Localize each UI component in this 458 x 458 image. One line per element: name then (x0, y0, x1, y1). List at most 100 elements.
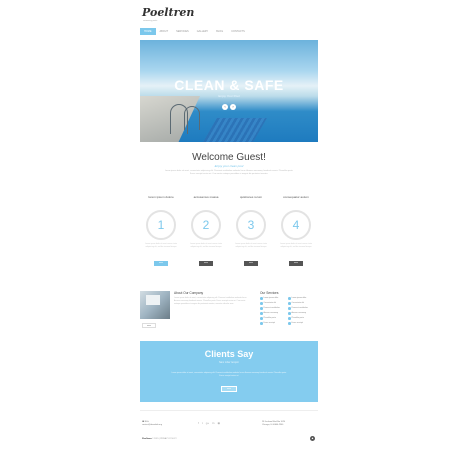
about-image (140, 291, 170, 319)
service-item[interactable]: Aenean nonummy (260, 312, 278, 315)
google-plus-icon[interactable]: g+ (206, 421, 209, 425)
feature-number-circle: 1 (146, 210, 176, 240)
site-tagline: swimming pools (143, 20, 158, 22)
linkedin-icon[interactable]: in (212, 421, 214, 425)
site-logo[interactable]: Poeltren (142, 6, 194, 19)
service-label: Praesent vestibulum (291, 307, 308, 310)
social-links: f t g+ in ◉ (198, 421, 220, 425)
service-item[interactable]: Phasellus porta (288, 317, 304, 320)
service-label: Consectetur elit (263, 302, 276, 305)
address-line: Chicago, IL 60604-2340 (262, 424, 284, 426)
service-label: Fusce suscipit (291, 322, 303, 325)
service-label: Aenean nonummy (291, 312, 307, 315)
hero-subtitle: Enjoy Your Pool (218, 94, 240, 98)
service-label: Phasellus porta (263, 317, 276, 320)
welcome-subtitle: Enjoy your clean pool (214, 164, 244, 168)
page: Poeltren swimming pools Home About Servi… (140, 0, 318, 458)
scroll-top-button[interactable]: ▲ (310, 436, 315, 441)
feature-number-circle: 3 (236, 210, 266, 240)
feature-more-button[interactable]: more (244, 261, 258, 266)
hero-title: CLEAN & SAFE (174, 77, 284, 93)
twitter-icon[interactable]: t (202, 421, 203, 425)
feature-card: quistiones rerum 3 Lorem ipsum dolor sit… (233, 195, 269, 266)
nav-item-home[interactable]: Home (140, 28, 156, 35)
main-nav: Home About Services Gallery Blog Contact… (140, 28, 318, 35)
feature-number-circle: 4 (281, 210, 311, 240)
service-item[interactable]: Consectetur elit (288, 302, 304, 305)
service-item[interactable]: Consectetur elit (260, 302, 276, 305)
check-icon (288, 307, 291, 310)
check-icon (288, 302, 291, 305)
hero-ladder-rail (184, 106, 200, 130)
service-item[interactable]: Praesent vestibulum (260, 307, 280, 310)
feature-card: lorem ipsum dolore 1 Lorem ipsum dolor s… (143, 195, 179, 266)
hero-prev-button[interactable]: ‹ (222, 104, 228, 110)
feature-number-circle: 2 (191, 210, 221, 240)
service-item[interactable]: Lorem ipsum dolor (260, 297, 278, 300)
feature-text: Lorem ipsum dolor sit amet conse ctetur … (190, 243, 222, 248)
footer-email[interactable]: contact@demolink.org (142, 424, 162, 427)
check-icon (288, 322, 291, 325)
nav-item-services[interactable]: Services (172, 28, 193, 35)
about-title: About Our Company (174, 291, 204, 295)
rss-icon[interactable]: ◉ (217, 421, 220, 425)
clients-section: Clients Say Nam Liber tempor Lorem ipsum… (140, 341, 318, 402)
clients-title: Clients Say (204, 349, 254, 359)
footer-contact: ☎ 800- contact@demolink.org (142, 421, 162, 427)
about-more-button[interactable]: more (142, 323, 156, 328)
feature-title: consequatur autum (283, 195, 309, 199)
hero-next-button[interactable]: › (230, 104, 236, 110)
service-label: Fusce suscipit (263, 322, 275, 325)
check-icon (288, 312, 291, 315)
feature-card: accusamus massa 2 Lorem ipsum dolor sit … (188, 195, 224, 266)
feature-text: Lorem ipsum dolor sit amet conse ctetur … (235, 243, 267, 248)
check-icon (260, 302, 263, 305)
check-icon (288, 317, 291, 320)
check-icon (288, 297, 291, 300)
service-item[interactable]: Praesent vestibulum (288, 307, 308, 310)
service-item[interactable]: Lorem ipsum dolor (288, 297, 306, 300)
service-item[interactable]: Fusce suscipit (288, 322, 303, 325)
nav-item-contacts[interactable]: Contacts (227, 28, 249, 35)
service-item[interactable]: Phasellus porta (260, 317, 276, 320)
footer-divider (140, 410, 318, 411)
feature-more-button[interactable]: more (289, 261, 303, 266)
services-title: Our Services (260, 291, 279, 295)
facebook-icon[interactable]: f (198, 421, 199, 425)
feature-text: Lorem ipsum dolor sit amet conse ctetur … (145, 243, 177, 248)
feature-title: quistiones rerum (239, 195, 263, 199)
service-item[interactable]: Aenean nonummy (288, 312, 306, 315)
copyright-text[interactable]: © 2015 | PRIVACY POLICY (152, 438, 177, 440)
check-icon (260, 322, 263, 325)
service-item[interactable]: Fusce suscipit (260, 322, 275, 325)
nav-item-about[interactable]: About (156, 28, 173, 35)
check-icon (260, 312, 263, 315)
feature-more-button[interactable]: more (199, 261, 213, 266)
check-icon (260, 307, 263, 310)
service-label: Lorem ipsum dolor (263, 297, 279, 300)
hero-slider: CLEAN & SAFE Enjoy Your Pool ‹ › (140, 40, 318, 142)
footer-brand: Poeltren (142, 438, 152, 440)
welcome-text: Lorem ipsum dolor sit amet, consectetur … (164, 170, 294, 175)
feature-title: accusamus massa (193, 195, 219, 199)
nav-item-blog[interactable]: Blog (212, 28, 227, 35)
welcome-title: Welcome Guest! (192, 152, 266, 163)
service-label: Aenean nonummy (263, 312, 279, 315)
footer-address: 28 Jackson Blvd Ste 1020 Chicago, IL 606… (262, 421, 285, 427)
feature-text: Lorem ipsum dolor sit amet conse ctetur … (280, 243, 312, 248)
nav-item-gallery[interactable]: Gallery (193, 28, 213, 35)
service-label: Phasellus porta (291, 317, 304, 320)
about-text: Lorem ipsum dolor sit amet, consectetur … (174, 297, 247, 305)
service-label: Lorem ipsum dolor (291, 297, 307, 300)
check-icon (260, 297, 263, 300)
service-label: Praesent vestibulum (263, 307, 280, 310)
clients-subtitle: Nam Liber tempor (218, 361, 239, 364)
feature-title: lorem ipsum dolore (148, 195, 174, 199)
check-icon (260, 317, 263, 320)
hero-pool-tiles (203, 118, 267, 142)
feature-more-button[interactable]: more (154, 261, 168, 266)
clients-more-button[interactable]: more (221, 386, 237, 392)
service-label: Consectetur elit (291, 302, 304, 305)
footer-copyright: Poeltren © 2015 | PRIVACY POLICY (142, 438, 177, 440)
clients-text: Lorem ipsum dolor sit amet, consectetur … (171, 372, 287, 377)
